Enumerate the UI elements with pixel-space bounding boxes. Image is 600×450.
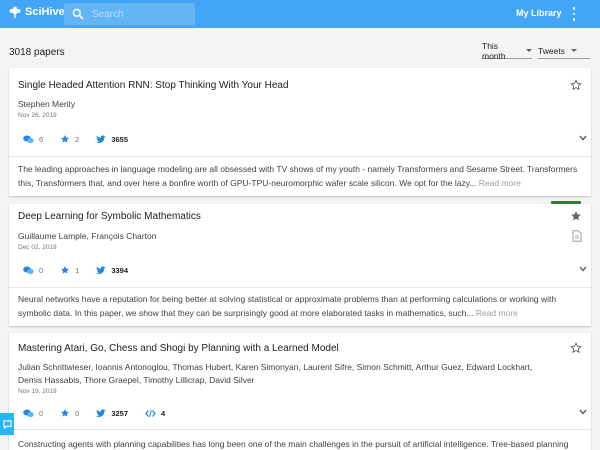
- paper-title[interactable]: Single Headed Attention RNN: Stop Thinki…: [18, 80, 289, 91]
- paper-date: Nov 26, 2019: [18, 112, 57, 119]
- read-more-link[interactable]: Read more: [476, 308, 518, 318]
- stars-count[interactable]: 1: [60, 265, 79, 275]
- feedback-button[interactable]: [0, 413, 14, 435]
- chevron-down-icon[interactable]: [579, 409, 587, 415]
- sort-value: Tweets: [538, 45, 565, 56]
- paper-stats: 6 2 3655: [23, 134, 145, 144]
- comments-count[interactable]: 0: [23, 266, 43, 275]
- paper-date: Nov 19, 2019: [18, 388, 57, 395]
- comments-icon: [23, 135, 34, 143]
- paper-title[interactable]: Mastering Atari, Go, Chess and Shogi by …: [18, 343, 339, 354]
- star-filled-icon: [61, 409, 70, 417]
- card-divider: [9, 156, 591, 157]
- tree-logo-icon: [9, 6, 21, 18]
- code-count[interactable]: 4: [145, 409, 165, 418]
- logo-text: SciHive: [25, 6, 65, 18]
- paper-authors[interactable]: Stephen Merity: [18, 98, 75, 111]
- scihive-logo[interactable]: SciHive: [8, 5, 65, 19]
- caret-down-icon: [526, 49, 532, 52]
- paper-authors[interactable]: Julian Schrittwieser, Ioannis Antonoglou…: [18, 361, 558, 386]
- paper-stats: 0 0 3257 4: [23, 408, 182, 418]
- paper-title[interactable]: Deep Learning for Symbolic Mathematics: [18, 211, 201, 222]
- star-filled-icon: [61, 266, 70, 274]
- comments-icon: [23, 266, 34, 274]
- top-app-bar: SciHive My Library: [0, 0, 600, 28]
- code-icon: [145, 409, 156, 417]
- paper-abstract: Constructing agents with planning capabi…: [18, 439, 569, 449]
- comments-count[interactable]: 0: [23, 409, 43, 418]
- card-divider: [9, 287, 591, 288]
- stars-count[interactable]: 2: [60, 134, 79, 144]
- chat-icon: [2, 419, 12, 429]
- chevron-down-icon[interactable]: [579, 135, 587, 141]
- paper-authors[interactable]: Guillaume Lample, François Charton: [18, 230, 156, 243]
- paper-card: Single Headed Attention RNN: Stop Thinki…: [9, 68, 591, 196]
- paper-stats: 0 1 3394: [23, 265, 145, 275]
- sort-select[interactable]: Tweets: [538, 43, 590, 59]
- caret-down-icon: [570, 49, 577, 52]
- search-icon: [72, 8, 84, 20]
- star-outline-icon[interactable]: [570, 342, 582, 354]
- chevron-down-icon[interactable]: [579, 266, 587, 272]
- paper-abstract: Neural networks have a reputation for be…: [18, 294, 557, 318]
- read-more-link[interactable]: Read more: [479, 178, 521, 188]
- search-box[interactable]: [64, 3, 195, 25]
- paper-card: Mastering Atari, Go, Chess and Shogi by …: [9, 333, 591, 450]
- tweets-count[interactable]: 3257: [96, 409, 128, 418]
- paper-card: Deep Learning for Symbolic Mathematics G…: [9, 201, 591, 326]
- star-filled-icon: [61, 135, 70, 143]
- tweets-count[interactable]: 3655: [96, 135, 128, 144]
- time-range-select[interactable]: This month: [482, 40, 532, 61]
- document-icon[interactable]: [572, 230, 582, 242]
- star-filled-icon[interactable]: [570, 210, 582, 222]
- twitter-icon: [96, 134, 106, 143]
- comments-count[interactable]: 6: [23, 135, 43, 144]
- paper-date: Dec 02, 2019: [18, 244, 57, 251]
- twitter-icon: [96, 265, 106, 274]
- comments-icon: [23, 409, 34, 417]
- star-outline-icon[interactable]: [570, 79, 582, 91]
- time-range-value: This month: [482, 40, 506, 61]
- new-indicator: [551, 201, 581, 204]
- tweets-count[interactable]: 3394: [96, 266, 128, 275]
- stars-count[interactable]: 0: [60, 408, 79, 418]
- twitter-icon: [96, 408, 106, 417]
- paper-abstract: The leading approaches in language model…: [18, 164, 578, 188]
- paper-count: 3018 papers: [9, 47, 65, 58]
- search-input[interactable]: [92, 8, 187, 20]
- my-library-link[interactable]: My Library: [516, 8, 562, 18]
- card-divider: [9, 429, 591, 430]
- more-menu-icon[interactable]: [570, 7, 578, 21]
